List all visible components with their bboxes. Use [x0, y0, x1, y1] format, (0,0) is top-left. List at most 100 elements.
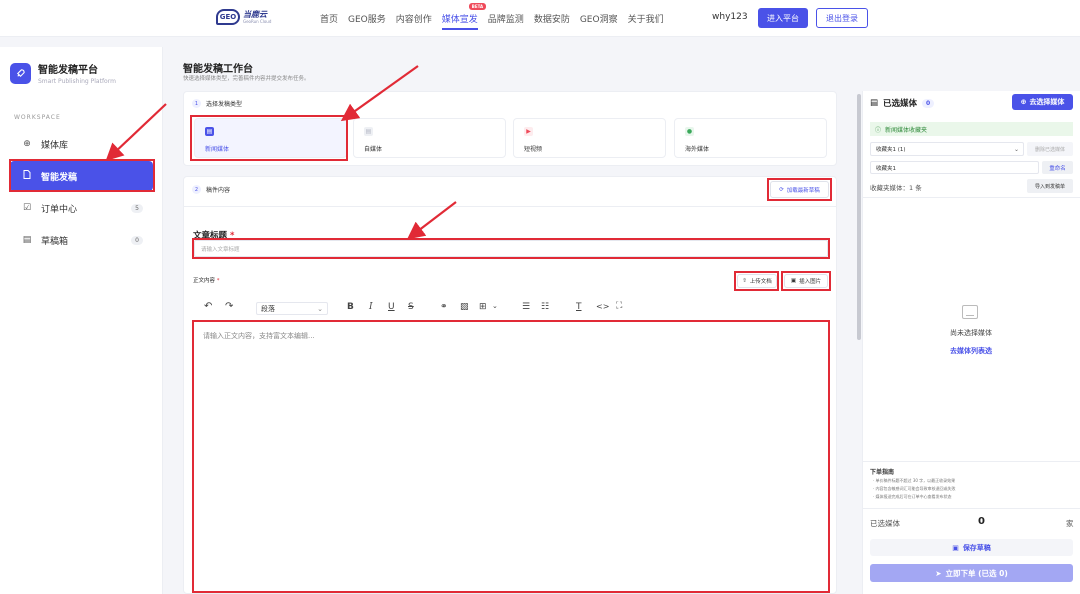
media-icon: ▤ [364, 127, 373, 136]
selected-count-badge: 0 [922, 98, 935, 108]
required-mark: * [216, 278, 220, 284]
insert-image-label: 插入图片 [799, 279, 822, 285]
globe-icon: ⊕ [23, 139, 31, 149]
empty-state-text: 尚未选择媒体 [950, 329, 992, 337]
logo-subtext: GeoRun Cloud [243, 19, 272, 24]
bold-icon[interactable]: B [347, 302, 354, 312]
insert-image-button[interactable]: ▣ 插入图片 [784, 274, 828, 288]
rich-text-editor[interactable]: 请输入正文内容，支持富文本编辑... [193, 321, 829, 592]
title-input-placeholder: 请输入文章标题 [201, 246, 240, 253]
type-option-overseas[interactable]: ● 海外媒体 [674, 118, 827, 158]
strikethrough-icon[interactable]: S [408, 302, 414, 312]
sidebar-item-drafts[interactable]: ▤ 草稿箱 0 [10, 225, 153, 255]
chevron-down-icon[interactable]: ⌄ [492, 302, 498, 310]
guide-item: · 媒体报送完成后可在订单中心查看发布状态 [873, 494, 952, 499]
undo-icon[interactable]: ↶ [204, 301, 212, 312]
logo[interactable]: GEO 当鹿云 GeoRun Cloud [216, 9, 271, 25]
divider [862, 508, 1080, 509]
type-option-news[interactable]: ▤ 新闻媒体 [194, 118, 347, 158]
brand-subtitle: Smart Publishing Platform [38, 78, 116, 85]
nav-link-media-promotion-label: 媒体宣发 [441, 15, 478, 25]
nav-link-home[interactable]: 首页 [320, 12, 338, 25]
save-draft-button[interactable]: ▣ 保存草稿 [870, 539, 1073, 556]
upload-doc-button[interactable]: ⇧ 上传文档 [737, 274, 777, 288]
numbered-list-icon[interactable]: ☷ [541, 302, 549, 312]
logout-button[interactable]: 退出登录 [816, 8, 868, 28]
load-draft-button[interactable]: ⟳ 加载最新草稿 [770, 181, 829, 198]
type-option-self-media[interactable]: ▤ 自媒体 [353, 118, 506, 158]
order-now-label: 立即下单 (已选 0) [945, 568, 1008, 578]
go-media-list-link[interactable]: 去媒体列表选 [862, 346, 1080, 356]
page-title: 智能发稿工作台 [183, 64, 253, 75]
logo-text: 当鹿云 [243, 10, 267, 19]
plus-icon: ⊕ [1020, 98, 1027, 106]
nav-link-brand-monitoring[interactable]: 品牌监测 [488, 12, 524, 25]
code-icon[interactable]: <> [596, 302, 609, 311]
nav-link-geo-insight[interactable]: GEO洞察 [580, 12, 618, 25]
empty-inbox-icon [962, 305, 978, 319]
guide-item: · 内容包含敏感词汇可能会导致审核退回或失败 [873, 486, 956, 491]
clear-format-icon[interactable]: T [576, 302, 582, 312]
list-icon: ▤ [870, 98, 879, 108]
orders-count-badge: 5 [131, 203, 143, 213]
bullet-list-icon[interactable]: ☰ [522, 302, 530, 312]
delete-selected-button[interactable]: 删除已选媒体 [1027, 142, 1073, 156]
sidebar-item-orders[interactable]: ☑ 订单中心 5 [10, 193, 153, 223]
sidebar-brand: 智能发稿平台 Smart Publishing Platform [10, 61, 116, 85]
type-label: 短视频 [524, 146, 543, 153]
underline-icon[interactable]: U [388, 302, 395, 312]
logo-mark: GEO [216, 9, 240, 25]
go-select-media-label: 去选择媒体 [1029, 98, 1065, 106]
rename-button[interactable]: 重命名 [1042, 161, 1073, 174]
globe-icon: ● [685, 127, 694, 136]
image-icon[interactable]: ▨ [460, 302, 469, 312]
rocket-icon [10, 62, 31, 84]
checklist-icon: ☑ [22, 203, 32, 213]
title-input[interactable]: 请输入文章标题 [194, 240, 828, 257]
document-icon [22, 170, 32, 182]
nav-link-data-security[interactable]: 数据安防 [534, 12, 570, 25]
italic-icon[interactable]: I [369, 302, 373, 312]
sidebar-item-media-library[interactable]: ⊕ 媒体库 [10, 129, 153, 159]
username: why123 [712, 12, 748, 22]
selected-media-title: 已选媒体 [883, 99, 918, 109]
favorites-select[interactable]: 收藏夹1 (1) ⌄ [870, 142, 1024, 156]
sidebar-item-smart-publish[interactable]: 智能发稿 [10, 161, 153, 191]
guide-item: · 单价稿件标题不超过 30 字，以最正收录效果 [873, 478, 956, 483]
paragraph-select[interactable]: 段落 ⌄ [256, 302, 328, 315]
divider [862, 461, 1080, 462]
order-now-button[interactable]: ➤ 立即下单 (已选 0) [870, 564, 1073, 582]
nav-link-about[interactable]: 关于我们 [628, 12, 664, 25]
sidebar-item-label: 媒体库 [41, 140, 69, 151]
table-icon[interactable]: ⊞ [479, 302, 487, 312]
nav-link-content-creation[interactable]: 内容创作 [396, 12, 432, 25]
selected-media-header: ▤ 已选媒体 0 [870, 97, 935, 109]
beta-badge: BETA [468, 3, 487, 10]
nav-link-geo-service[interactable]: GEO服务 [348, 12, 386, 25]
step-label: 稿件内容 [206, 187, 231, 194]
go-select-media-button[interactable]: ⊕ 去选择媒体 [1012, 94, 1073, 110]
step-label: 选择发稿类型 [206, 101, 243, 108]
save-icon: ▣ [952, 543, 959, 552]
news-icon: ▤ [205, 127, 214, 136]
workspace-label: WORKSPACE [14, 114, 61, 121]
summary-label: 已选媒体 [870, 519, 900, 528]
scrollbar[interactable] [857, 94, 861, 340]
link-icon[interactable]: ⚭ [440, 302, 448, 312]
favorite-name-input[interactable]: 收藏夹1 [870, 161, 1039, 174]
sidebar-item-label: 草稿箱 [41, 236, 69, 247]
favorites-count: 收藏夹媒体：1 条 [870, 184, 922, 192]
step-1-header: 1 选择发稿类型 [192, 99, 242, 108]
paragraph-select-value: 段落 [261, 304, 275, 313]
type-label: 海外媒体 [685, 146, 710, 153]
fullscreen-icon[interactable]: ⛶ [616, 301, 622, 311]
body-label: 正文内容 * [193, 276, 220, 284]
enter-platform-button[interactable]: 进入平台 [758, 8, 808, 28]
redo-icon[interactable]: ↷ [225, 301, 233, 312]
nav-link-media-promotion[interactable]: 媒体宣发 BETA [441, 3, 487, 30]
brand-title: 智能发稿平台 [38, 65, 98, 76]
send-icon: ➤ [935, 568, 942, 578]
type-option-short-video[interactable]: ▶ 短视频 [513, 118, 666, 158]
import-button[interactable]: 导入到发稿单 [1027, 179, 1073, 193]
chevron-down-icon: ⌄ [1013, 145, 1019, 153]
